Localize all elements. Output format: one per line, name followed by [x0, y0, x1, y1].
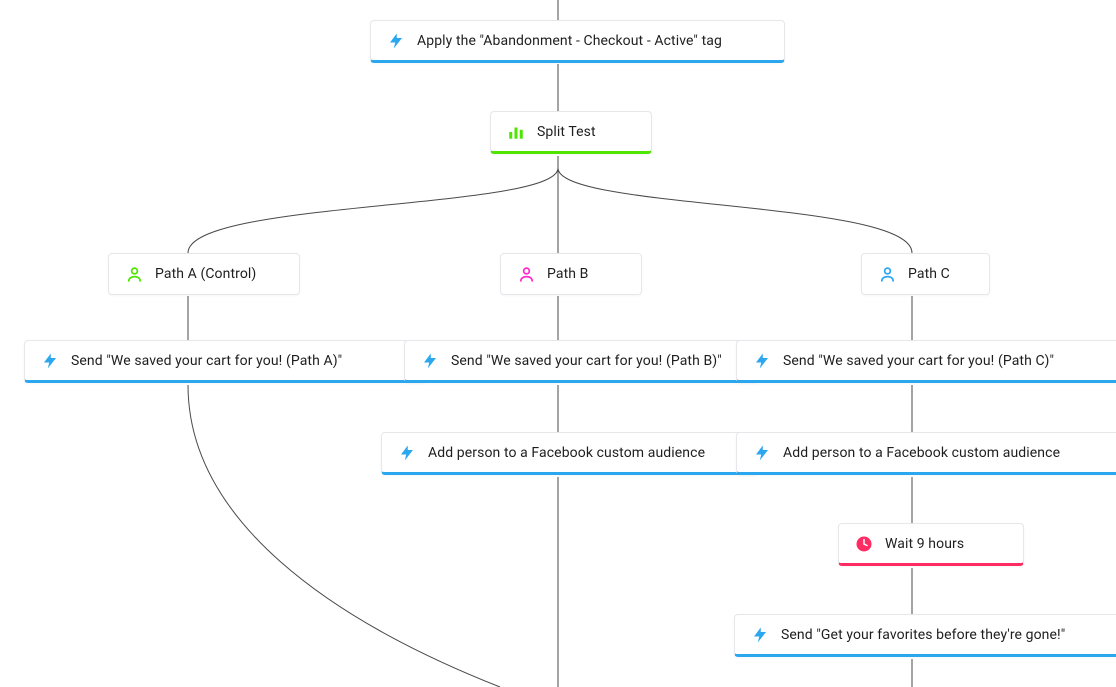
- bolt-icon: [41, 352, 59, 370]
- path-c-node[interactable]: Path C: [861, 253, 990, 295]
- bolt-icon: [751, 626, 769, 644]
- node-label: Path B: [547, 266, 588, 282]
- action-facebook-audience-c[interactable]: Add person to a Facebook custom audience: [736, 432, 1116, 475]
- action-send-path-c[interactable]: Send "We saved your cart for you! (Path …: [736, 340, 1116, 383]
- node-label: Apply the "Abandonment - Checkout - Acti…: [417, 33, 722, 49]
- node-label: Wait 9 hours: [885, 536, 964, 552]
- person-icon: [517, 265, 535, 283]
- node-label: Send "We saved your cart for you! (Path …: [783, 353, 1054, 369]
- bolt-icon: [421, 352, 439, 370]
- path-b-node[interactable]: Path B: [500, 253, 642, 295]
- person-icon: [878, 265, 896, 283]
- node-label: Add person to a Facebook custom audience: [783, 445, 1060, 461]
- node-label: Add person to a Facebook custom audience: [428, 445, 705, 461]
- bolt-icon: [398, 444, 416, 462]
- node-label: Path C: [908, 266, 950, 282]
- bolt-icon: [753, 444, 771, 462]
- node-label: Split Test: [537, 124, 596, 140]
- person-icon: [125, 265, 143, 283]
- clock-icon: [855, 535, 873, 553]
- node-label: Send "Get your favorites before they're …: [781, 627, 1065, 643]
- action-facebook-audience-b[interactable]: Add person to a Facebook custom audience: [381, 432, 758, 475]
- bolt-icon: [753, 352, 771, 370]
- wait-node[interactable]: Wait 9 hours: [838, 523, 1024, 566]
- bar-chart-icon: [507, 123, 525, 141]
- node-label: Send "We saved your cart for you! (Path …: [451, 353, 722, 369]
- path-a-node[interactable]: Path A (Control): [108, 253, 300, 295]
- split-test-node[interactable]: Split Test: [490, 111, 652, 154]
- action-apply-tag[interactable]: Apply the "Abandonment - Checkout - Acti…: [370, 20, 785, 63]
- action-send-path-b[interactable]: Send "We saved your cart for you! (Path …: [404, 340, 758, 383]
- action-send-favorites[interactable]: Send "Get your favorites before they're …: [734, 614, 1116, 657]
- bolt-icon: [387, 32, 405, 50]
- action-send-path-a[interactable]: Send "We saved your cart for you! (Path …: [24, 340, 427, 383]
- node-label: Path A (Control): [155, 266, 256, 282]
- node-label: Send "We saved your cart for you! (Path …: [71, 353, 342, 369]
